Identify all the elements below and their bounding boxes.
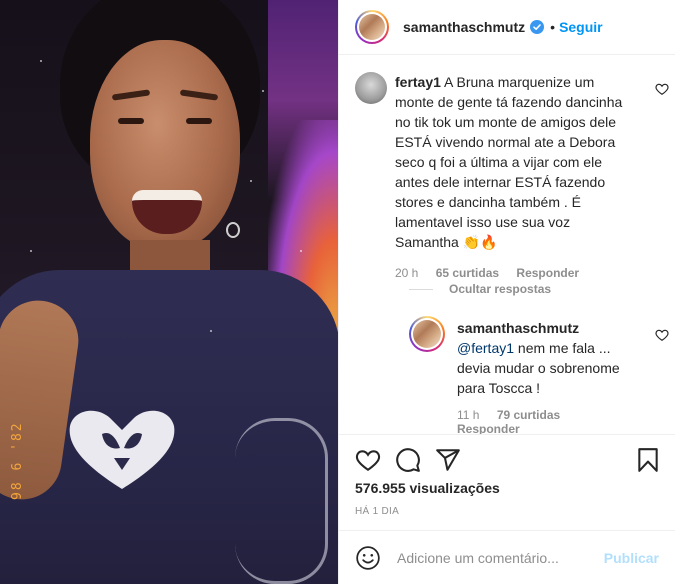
reply-mention[interactable]: @fertay1 — [457, 340, 514, 356]
comment-time[interactable]: 20 h — [395, 266, 418, 280]
sparkle — [30, 250, 32, 252]
publish-button[interactable]: Publicar — [604, 550, 659, 566]
save-bookmark-icon[interactable] — [635, 447, 661, 473]
divider — [409, 288, 433, 290]
comment-username[interactable]: fertay1 — [395, 74, 441, 90]
reply-avatar[interactable] — [409, 316, 445, 352]
reply-button[interactable]: Responder — [516, 266, 579, 280]
video-datestamp: 98 6 '82 — [10, 421, 25, 500]
comment-meta: 20 h 65 curtidas Responder — [395, 266, 593, 280]
sparkle — [250, 180, 252, 182]
like-heart-icon[interactable] — [355, 447, 381, 473]
reply-likes[interactable]: 79 curtidas — [497, 408, 560, 422]
cable-bundle — [235, 418, 328, 584]
emoji-icon[interactable] — [355, 545, 381, 571]
action-bar — [339, 434, 675, 472]
hide-replies-toggle[interactable]: Ocultar respostas — [409, 282, 551, 296]
comment-likes[interactable]: 65 curtidas — [436, 266, 499, 280]
sparkle — [210, 330, 212, 332]
post-time[interactable]: HÁ 1 DIA — [355, 506, 399, 517]
reply-item: samanthaschmutz @fertay1 nem me fala ...… — [409, 316, 669, 434]
shirt-heart-logo — [69, 410, 175, 489]
follow-button[interactable]: Seguir — [559, 19, 603, 35]
eye — [186, 118, 212, 124]
hide-replies-label: Ocultar respostas — [449, 282, 552, 296]
add-comment-bar: Publicar — [339, 530, 675, 584]
sparkle — [300, 250, 302, 252]
comment-body: fertay1 A Bruna marquenize um monte de g… — [395, 72, 625, 252]
post-media[interactable]: 98 6 '82 — [0, 0, 338, 584]
comment-input[interactable] — [395, 548, 604, 567]
separator-dot: • — [550, 19, 556, 35]
share-paper-plane-icon[interactable] — [435, 447, 461, 473]
comments-list[interactable]: fertay1 A Bruna marquenize um monte de g… — [339, 56, 675, 434]
comment-item: fertay1 A Bruna marquenize um monte de g… — [355, 72, 669, 282]
reply-body: samanthaschmutz @fertay1 nem me fala ...… — [457, 318, 633, 398]
like-reply-heart-icon[interactable] — [655, 328, 669, 342]
commenter-avatar[interactable] — [355, 72, 387, 104]
comment-text: A Bruna marquenize um monte de gente tá … — [395, 74, 623, 250]
reply-time[interactable]: 11 h — [457, 408, 479, 422]
post-sidebar: samanthaschmutz • Seguir fertay1 A Bruna… — [338, 0, 675, 584]
view-count[interactable]: 576.955 visualizações — [355, 480, 500, 496]
post-header: samanthaschmutz • Seguir — [339, 0, 675, 55]
sparkle — [262, 90, 264, 92]
avatar[interactable] — [355, 10, 389, 44]
reply-meta: 11 h 79 curtidas Responder — [457, 408, 617, 434]
post-username[interactable]: samanthaschmutz — [403, 19, 525, 35]
sparkle — [40, 60, 42, 62]
verified-badge-icon — [530, 20, 545, 34]
like-comment-heart-icon[interactable] — [655, 82, 669, 96]
reply-username[interactable]: samanthaschmutz — [457, 320, 579, 336]
comment-bubble-icon[interactable] — [395, 447, 421, 473]
eye — [118, 118, 144, 124]
earring — [226, 222, 240, 238]
reply-reply-button[interactable]: Responder — [457, 422, 520, 434]
